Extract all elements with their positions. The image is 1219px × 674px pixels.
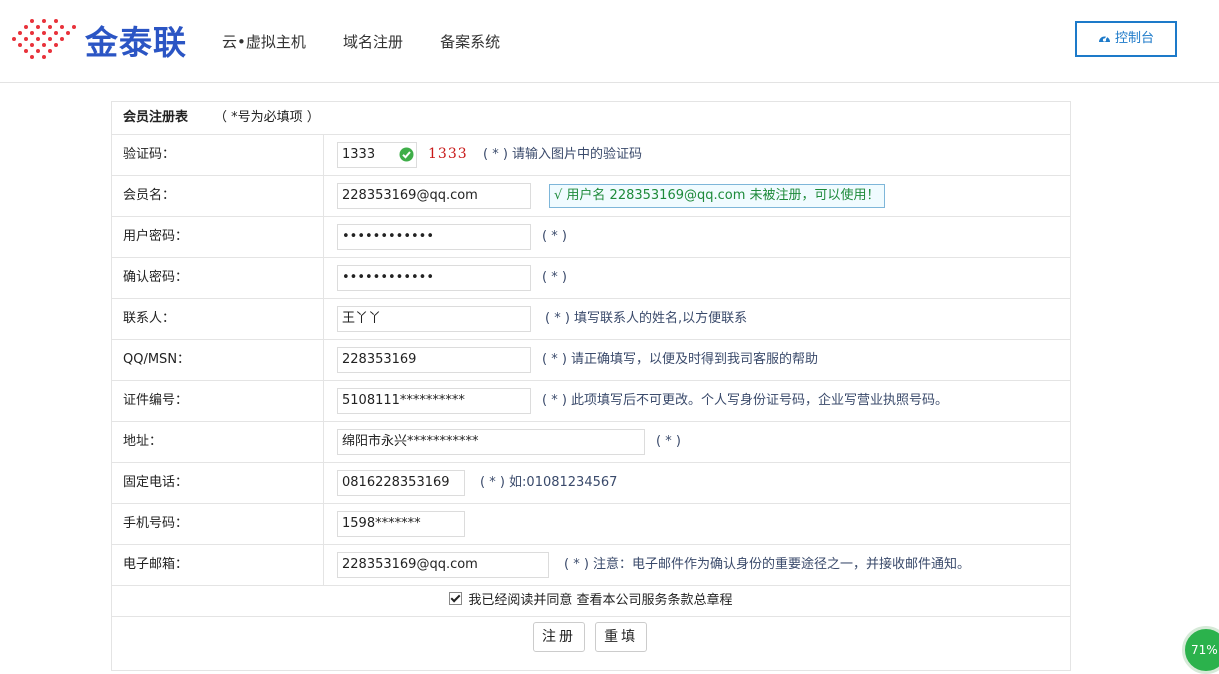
agreement-row: 我已经阅读并同意 查看本公司服务条款总章程 (112, 586, 1070, 617)
password-input[interactable]: •••••••••••• (337, 224, 531, 250)
main-nav: 云•虚拟主机 域名注册 备案系统 (222, 31, 533, 52)
nav-item-icp[interactable]: 备案系统 (440, 33, 500, 51)
row-captcha: 验证码： 1333 1333 ( * ) 请输入图片中的验证码 (112, 135, 1070, 176)
id-number-input[interactable]: 5108111********** (337, 388, 531, 414)
row-email: 电子邮箱： 228353169@qq.com ( * ) 注意：电子邮件作为确认… (112, 545, 1070, 586)
agree-label[interactable]: 我已经阅读并同意 查看本公司服务条款总章程 (468, 593, 732, 608)
mobile-input[interactable]: 1598******* (337, 511, 465, 537)
row-username: 会员名： 228353169@qq.com √ 用户名 228353169@qq… (112, 176, 1070, 217)
phone-input[interactable]: 0816228353169 (337, 470, 465, 496)
site-header: 金泰联 云•虚拟主机 域名注册 备案系统 控制台 (0, 0, 1219, 83)
label-email: 电子邮箱： (112, 545, 324, 585)
label-contact: 联系人： (112, 299, 324, 339)
row-qq: QQ/MSN： 228353169 ( * ) 请正确填写，以便及时得到我司客服… (112, 340, 1070, 381)
label-mobile: 手机号码： (112, 504, 324, 544)
password-hint: ( * ) (542, 229, 567, 244)
qq-hint: ( * ) 请正确填写，以便及时得到我司客服的帮助 (542, 352, 819, 367)
address-hint: ( * ) (656, 434, 681, 449)
row-phone: 固定电话： 0816228353169 ( * ) 如:01081234567 (112, 463, 1070, 504)
row-password: 用户密码： •••••••••••• ( * ) (112, 217, 1070, 258)
check-icon (399, 147, 414, 162)
row-mobile: 手机号码： 1598******* (112, 504, 1070, 545)
confirm-password-hint: ( * ) (542, 270, 567, 285)
confirm-password-input[interactable]: •••••••••••• (337, 265, 531, 291)
address-input[interactable]: 绵阳市永兴*********** (337, 429, 645, 455)
dashboard-icon (1098, 35, 1110, 42)
label-captcha: 验证码： (112, 135, 324, 175)
label-password: 用户密码： (112, 217, 324, 257)
required-note: （ *号为必填项 ） (214, 110, 320, 125)
register-button[interactable]: 注册 (533, 622, 585, 652)
reset-button[interactable]: 重填 (595, 622, 648, 652)
label-qq: QQ/MSN： (112, 340, 324, 380)
row-id-number: 证件编号： 5108111********** ( * ) 此项填写后不可更改。… (112, 381, 1070, 422)
qq-input[interactable]: 228353169 (337, 347, 531, 373)
label-id-number: 证件编号： (112, 381, 324, 421)
captcha-image[interactable]: 1333 (428, 146, 468, 162)
label-address: 地址： (112, 422, 324, 462)
speed-progress-badge[interactable]: 71% (1182, 626, 1219, 674)
row-confirm-password: 确认密码： •••••••••••• ( * ) (112, 258, 1070, 299)
nav-item-virtual-host[interactable]: 云•虚拟主机 (222, 33, 306, 51)
form-buttons: 注册 重填 (533, 622, 653, 652)
username-available-badge: √ 用户名 228353169@qq.com 未被注册，可以使用！ (549, 184, 885, 208)
contact-input[interactable]: 王丫丫 (337, 306, 531, 332)
id-number-hint: ( * ) 此项填写后不可更改。个人写身份证号码，企业写营业执照号码。 (542, 393, 949, 408)
row-contact: 联系人： 王丫丫 ( * ) 填写联系人的姓名,以方便联系 (112, 299, 1070, 340)
label-phone: 固定电话： (112, 463, 324, 503)
username-input[interactable]: 228353169@qq.com (337, 183, 531, 209)
label-username: 会员名： (112, 176, 324, 216)
captcha-hint: ( * ) 请输入图片中的验证码 (483, 147, 643, 162)
email-hint: ( * ) 注意：电子邮件作为确认身份的重要途径之一，并接收邮件通知。 (564, 557, 971, 572)
form-title: 会员注册表 (123, 110, 189, 125)
registration-form: 会员注册表 （ *号为必填项 ） 验证码： 1333 1333 ( * ) 请输入… (111, 101, 1071, 671)
row-address: 地址： 绵阳市永兴*********** ( * ) (112, 422, 1070, 463)
nav-item-domain[interactable]: 域名注册 (343, 33, 403, 51)
agree-checkbox[interactable] (449, 592, 463, 605)
console-button-label: 控制台 (1114, 31, 1154, 46)
phone-hint: ( * ) 如:01081234567 (480, 475, 618, 490)
console-button[interactable]: 控制台 (1075, 21, 1177, 57)
email-input[interactable]: 228353169@qq.com (337, 552, 549, 578)
brand-logo-text[interactable]: 金泰联 (85, 16, 187, 64)
contact-hint: ( * ) 填写联系人的姓名,以方便联系 (545, 311, 748, 326)
label-confirm-password: 确认密码： (112, 258, 324, 298)
form-title-bar: 会员注册表 （ *号为必填项 ） (112, 102, 1070, 135)
